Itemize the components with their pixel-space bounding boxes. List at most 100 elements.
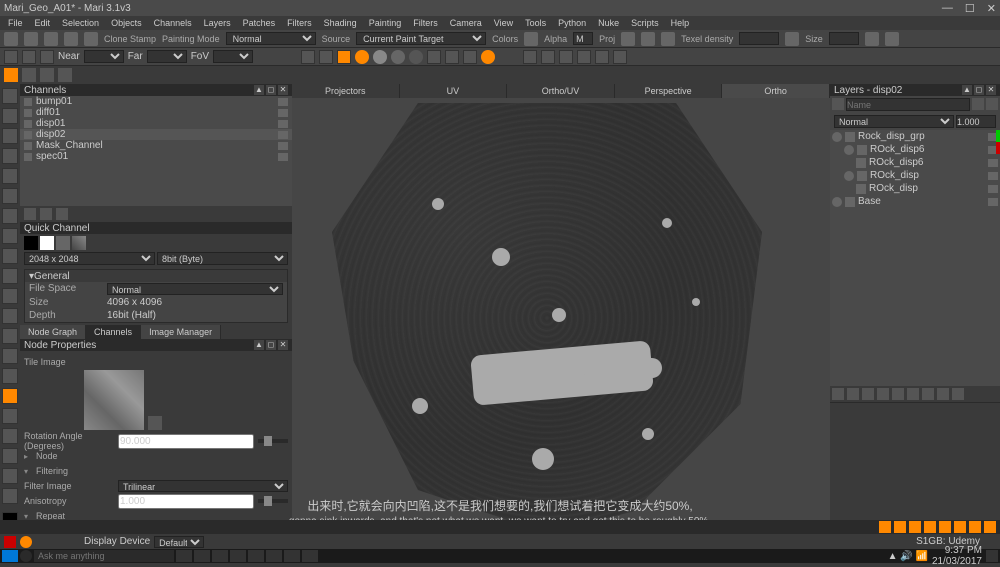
app-icon[interactable] [248,550,264,562]
action-center-icon[interactable] [986,550,998,562]
tool3-4[interactable] [58,68,72,82]
zoom-tool[interactable] [2,488,18,504]
view-tool-11[interactable] [481,50,495,64]
panel-undock-icon[interactable]: ◻ [266,85,276,95]
vp-tab-ortho[interactable]: Ortho [722,84,830,98]
tab-node-graph[interactable]: Node Graph [20,325,86,339]
menu-painting[interactable]: Painting [365,18,406,28]
end-icon-2[interactable] [885,32,899,46]
tab-channels[interactable]: Channels [86,325,141,339]
tool-icon-1[interactable] [64,32,78,46]
view-tool-6[interactable] [391,50,405,64]
tool2-1[interactable] [4,50,18,64]
menu-tools[interactable]: Tools [521,18,550,28]
task-view-icon[interactable] [176,550,192,562]
picker-tool[interactable] [2,248,18,264]
menu-file[interactable]: File [4,18,27,28]
panel-undock-icon[interactable]: ◻ [974,85,984,95]
status-icon-3[interactable] [36,536,48,548]
add-layer-icon[interactable] [832,388,844,400]
layer-end-icon[interactable] [988,172,998,180]
add-folder-icon[interactable] [847,388,859,400]
swatch-black[interactable] [24,236,38,250]
expand-icon[interactable]: ▸ [24,452,32,461]
view-tool-7[interactable] [409,50,423,64]
view-tool-9[interactable] [445,50,459,64]
explorer-icon[interactable] [194,550,210,562]
fill-tool[interactable] [2,308,18,324]
view-tool-3[interactable] [337,50,351,64]
tool3-3[interactable] [40,68,54,82]
swatch-pattern[interactable] [72,236,86,250]
menu-edit[interactable]: Edit [31,18,55,28]
layer-search-input[interactable] [846,98,970,111]
open-icon[interactable] [24,32,38,46]
maximize-button[interactable]: ☐ [965,2,975,15]
menu-camera[interactable]: Camera [446,18,486,28]
search-icon[interactable] [832,98,844,110]
layer-end-icon[interactable] [988,185,998,193]
swatch-gray[interactable] [56,236,70,250]
save-icon[interactable] [44,32,58,46]
hand-tool[interactable] [2,168,18,184]
notif-icon[interactable] [984,521,996,533]
app-icon[interactable] [284,550,300,562]
select-tool[interactable] [2,88,18,104]
clone-tool[interactable] [2,148,18,164]
add-channel-icon[interactable] [24,208,36,220]
anisotropy-slider[interactable] [258,499,288,503]
notif-icon[interactable] [924,521,936,533]
cortana-icon[interactable] [20,550,32,562]
status-icon-5[interactable] [68,536,80,548]
panel-pin-icon[interactable]: ▲ [254,85,264,95]
end-icon-1[interactable] [865,32,879,46]
menu-objects[interactable]: Objects [107,18,146,28]
vp-tab-perspective[interactable]: Perspective [615,84,723,98]
far-select[interactable] [147,50,187,63]
flatten-icon[interactable] [937,388,949,400]
notif-icon[interactable] [939,521,951,533]
vp-tab-orthouv[interactable]: Ortho/UV [507,84,615,98]
menu-scripts[interactable]: Scripts [627,18,663,28]
align-tool-5[interactable] [595,50,609,64]
proj-icon-1[interactable] [621,32,635,46]
tool3-2[interactable] [22,68,36,82]
gradient-tool[interactable] [2,328,18,344]
clock-date[interactable]: 21/03/2017 [932,556,982,567]
visibility-icon[interactable] [844,145,854,155]
align-tool-4[interactable] [577,50,591,64]
layer-end-icon[interactable] [988,159,998,167]
blend-mode-select[interactable]: Normal [834,115,954,128]
menu-layers[interactable]: Layers [200,18,235,28]
file-space-select[interactable]: Normal [107,283,283,295]
menu-patches[interactable]: Patches [239,18,280,28]
notif-icon[interactable] [954,521,966,533]
rotate-tool[interactable] [2,208,18,224]
more-icon[interactable] [952,388,964,400]
delete-layer-icon[interactable] [892,388,904,400]
menu-filters[interactable]: Filters [283,18,316,28]
minimize-button[interactable]: — [942,2,953,15]
layers-list[interactable]: Rock_disp_grp ROck_disp6 ROck_disp6 ROck… [830,130,1000,386]
status-icon-2[interactable] [20,536,32,548]
size-input[interactable] [829,32,859,45]
bit-depth-select[interactable]: 8bit (Byte) [157,252,288,265]
proj-icon-2[interactable] [641,32,655,46]
menu-shading[interactable]: Shading [320,18,361,28]
stamp-tool[interactable] [2,388,18,404]
notif-icon[interactable] [879,521,891,533]
menu-python[interactable]: Python [554,18,590,28]
eraser-tool[interactable] [2,128,18,144]
app-icon[interactable] [230,550,246,562]
painting-mode-select[interactable]: Normal [226,32,316,45]
notif-icon[interactable] [894,521,906,533]
view-tool-8[interactable] [427,50,441,64]
collapse-icon[interactable]: ▾ [24,467,32,476]
alpha-input[interactable] [573,32,593,45]
move-tool[interactable] [2,188,18,204]
panel-undock-icon[interactable]: ◻ [266,340,276,350]
smudge-tool[interactable] [2,368,18,384]
lasso-tool[interactable] [2,268,18,284]
merge-icon[interactable] [922,388,934,400]
tile-image-thumbnail[interactable] [84,370,144,430]
